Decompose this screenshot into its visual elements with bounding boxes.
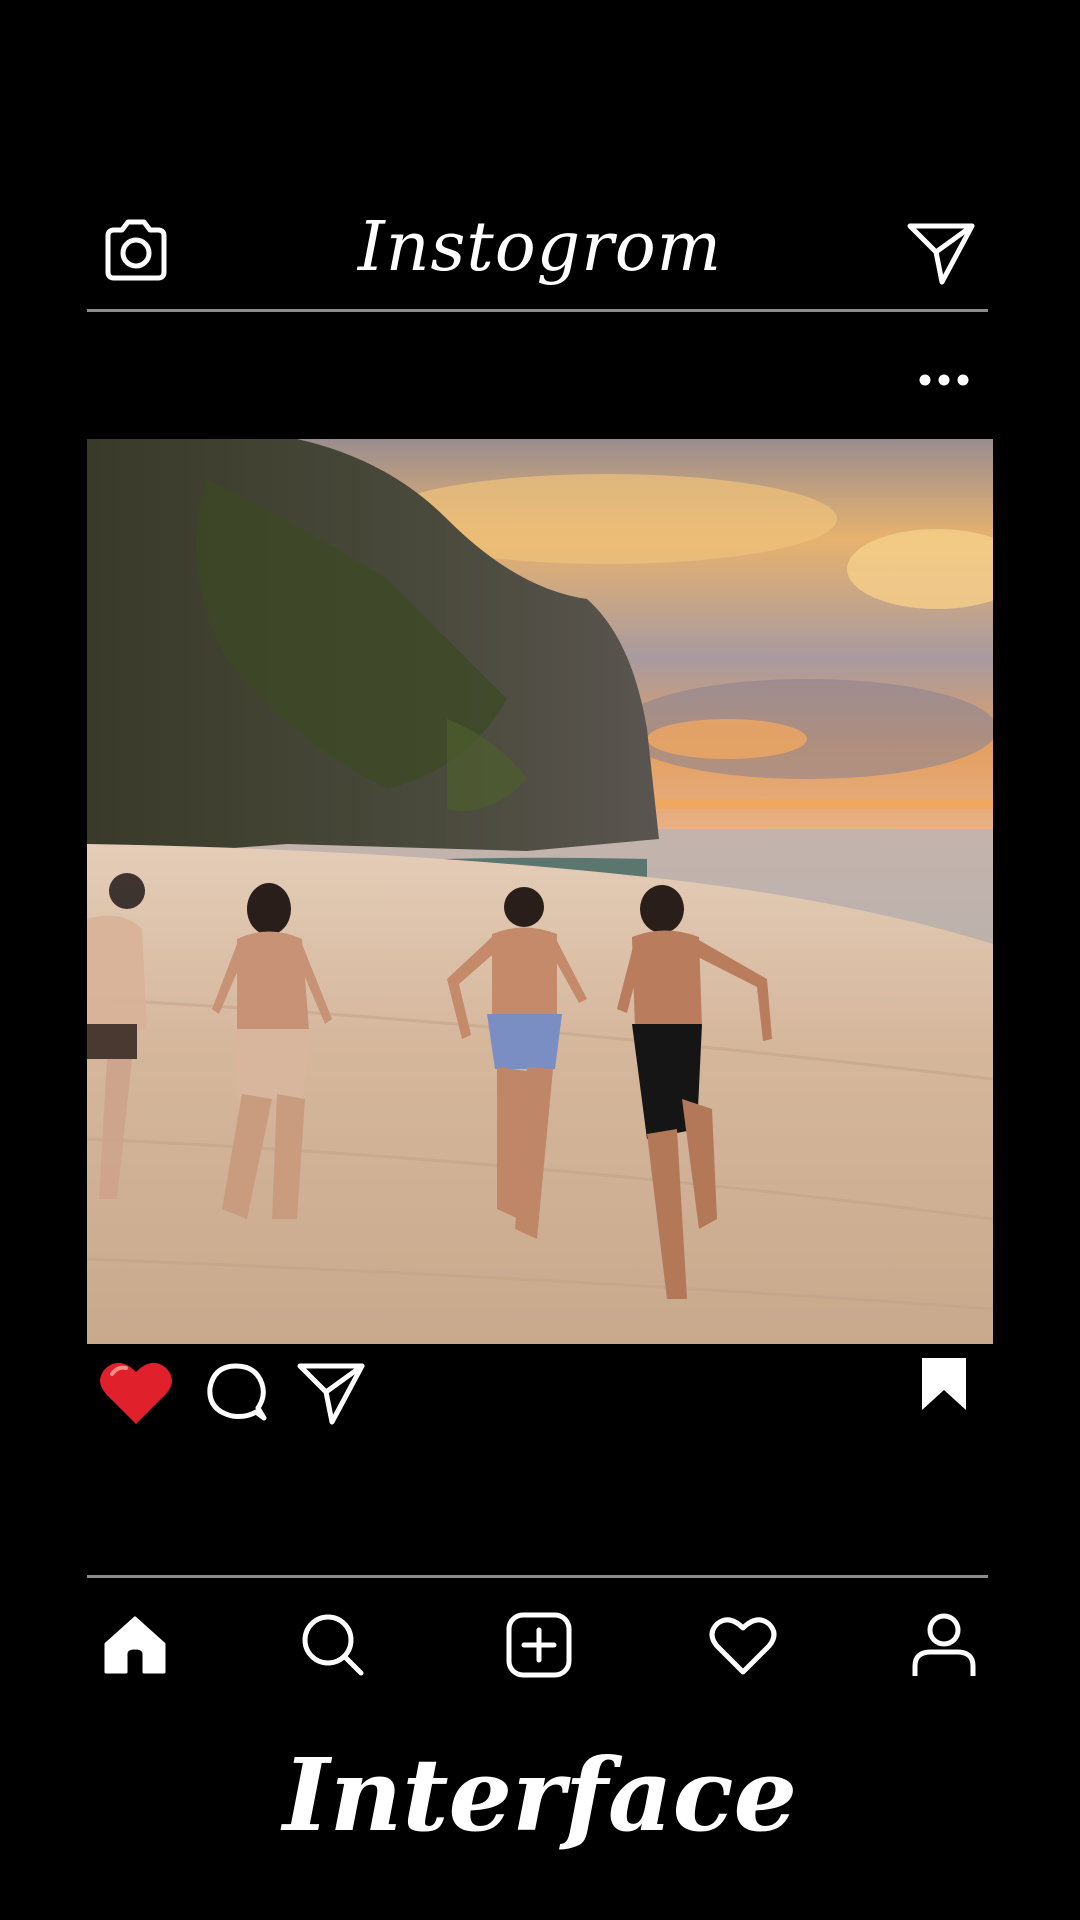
home-filled-icon <box>104 1616 166 1674</box>
post-image[interactable] <box>87 439 993 1344</box>
caption-text: Interface <box>282 1736 798 1854</box>
nav-divider <box>87 1575 988 1578</box>
paper-plane-icon <box>297 1363 365 1425</box>
heart-filled-icon <box>100 1362 172 1424</box>
nav-activity-button[interactable] <box>708 1610 778 1680</box>
comment-icon <box>207 1363 267 1421</box>
bookmark-filled-icon <box>922 1358 966 1410</box>
person-icon <box>912 1613 976 1676</box>
like-button[interactable] <box>98 1356 174 1428</box>
search-icon <box>302 1614 364 1676</box>
more-options-icon <box>919 374 969 386</box>
direct-messages-button[interactable] <box>906 220 976 286</box>
nav-add-button[interactable] <box>504 1610 574 1680</box>
comment-button[interactable] <box>204 1360 268 1424</box>
nav-home-button[interactable] <box>100 1610 170 1680</box>
beach-sunset-photo <box>87 439 993 1344</box>
save-button[interactable] <box>920 1356 968 1412</box>
heart-outline-icon <box>709 1617 777 1675</box>
share-button[interactable] <box>296 1360 366 1426</box>
add-post-icon <box>506 1612 572 1678</box>
nav-profile-button[interactable] <box>909 1610 979 1680</box>
more-options-button[interactable] <box>918 370 970 390</box>
header-divider <box>87 309 988 312</box>
paper-plane-icon <box>907 223 975 285</box>
nav-search-button[interactable] <box>298 1610 368 1680</box>
